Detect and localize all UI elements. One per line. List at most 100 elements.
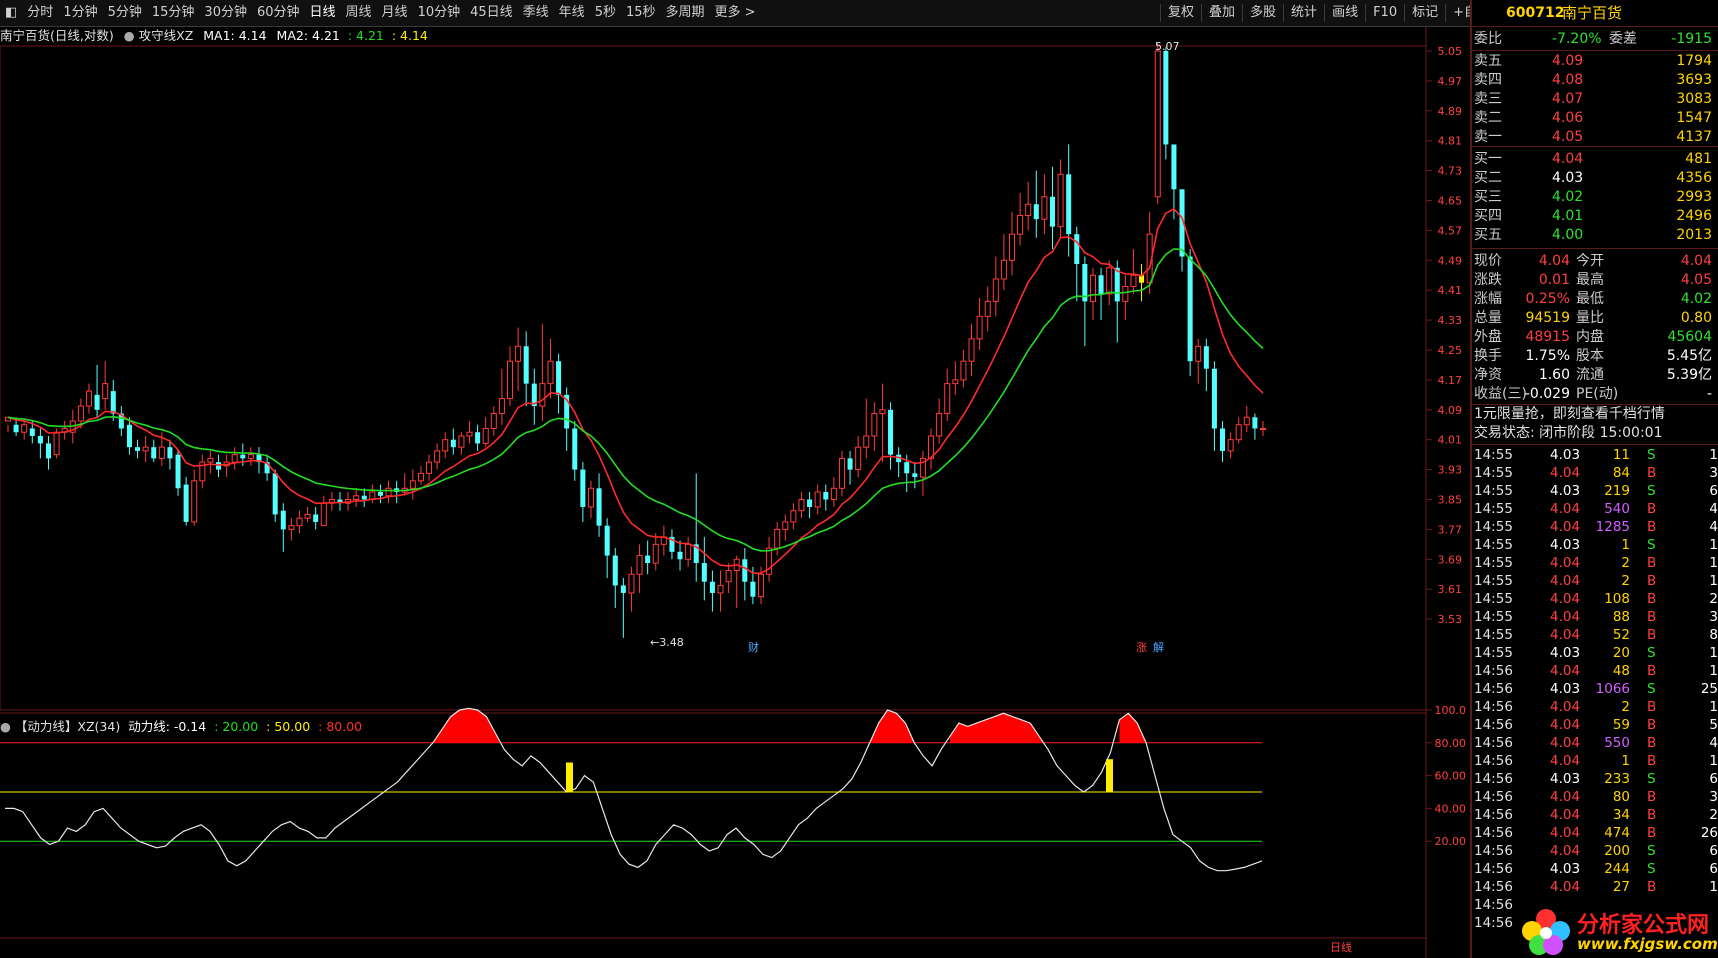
- ask-label: 卖五: [1474, 53, 1502, 69]
- tick-side: B: [1647, 627, 1657, 643]
- candle-body: [442, 439, 449, 452]
- stat-row: 净资 1.60 流通 5.39亿: [1472, 366, 1718, 385]
- ask-label: 卖四: [1474, 72, 1502, 88]
- chart-canvas[interactable]: 5.07 ←3.48 财 涨解 5.05 4.97 4.89 4.81 4.73 4.65 4.5…: [0, 0, 1470, 958]
- promo-text[interactable]: 1元限量抢，即刻查看千档行情: [1474, 405, 1665, 424]
- price-tick: 4.01: [1438, 434, 1463, 447]
- price-tick: 3.53: [1438, 613, 1463, 626]
- indicator-tick: 40.00: [1435, 802, 1467, 815]
- ask-price: 4.08: [1552, 72, 1584, 88]
- candle-body: [450, 439, 456, 448]
- ask-volume: 3693: [1676, 72, 1712, 88]
- moving-averages: 5.07 ←3.48 财 涨解: [7, 40, 1264, 654]
- bid-volume: 4356: [1676, 170, 1712, 186]
- tick-volume: 59: [1612, 717, 1630, 733]
- candle-body: [1000, 259, 1007, 280]
- tick-side: B: [1647, 663, 1657, 679]
- tick-side: S: [1647, 861, 1656, 877]
- candle-body: [677, 551, 683, 560]
- candle-body: [612, 555, 618, 586]
- candle-body: [77, 405, 84, 422]
- x-axis-label: 日线: [1330, 940, 1352, 954]
- tick-count: 1: [1709, 645, 1718, 661]
- tick-row: 14:56 4.04 27 B 1: [1472, 878, 1718, 896]
- tick-row: 14:55 4.04 84 B 3: [1472, 464, 1718, 482]
- flower-logo-icon: [1522, 909, 1570, 955]
- candle-body: [1066, 174, 1072, 235]
- tick-time: 14:56: [1474, 699, 1513, 715]
- candle-body: [871, 413, 878, 437]
- tick-row: 14:56 4.04 59 B 5: [1472, 716, 1718, 734]
- candle-body: [596, 488, 602, 526]
- ask-row: 卖三 4.07 3083: [1472, 90, 1718, 109]
- promo-row[interactable]: 1元限量抢，即刻查看千档行情: [1472, 405, 1718, 424]
- tick-side: S: [1647, 681, 1656, 697]
- stat-value: 48915: [1525, 329, 1570, 345]
- tick-time: 14:56: [1474, 753, 1513, 769]
- price-tick: 4.65: [1438, 195, 1463, 208]
- tick-time: 14:56: [1474, 825, 1513, 841]
- candle-body: [280, 510, 286, 530]
- price-tick: 4.49: [1438, 254, 1463, 267]
- price-tick: 4.97: [1438, 75, 1463, 88]
- candle-body: [952, 379, 959, 385]
- bid-price: 4.04: [1552, 151, 1584, 167]
- tick-count: 6: [1709, 771, 1718, 787]
- tick-price: 4.04: [1550, 627, 1581, 643]
- ask-row: 卖四 4.08 3693: [1472, 71, 1718, 90]
- candle-body: [976, 315, 983, 340]
- candle-body: [1098, 275, 1104, 294]
- candle-body: [798, 499, 805, 512]
- ask-volume: 4137: [1676, 129, 1712, 145]
- quote-panel: 600712 南宁百货 委比 -7.20% 委差 -1915 1元限量抢，即刻查…: [1470, 0, 1718, 958]
- tick-time: 14:56: [1474, 717, 1513, 733]
- stat-value: 5.39亿: [1666, 367, 1712, 383]
- candle-body: [539, 383, 546, 407]
- candle-body: [85, 390, 92, 407]
- candle-body: [984, 300, 991, 317]
- stat-label: 现价: [1474, 253, 1502, 269]
- ask-volume: 1547: [1676, 110, 1712, 126]
- candle-body: [304, 513, 311, 519]
- tick-price: 4.04: [1550, 501, 1581, 517]
- weibi-value: -7.20%: [1552, 31, 1602, 47]
- tick-side: B: [1647, 501, 1657, 517]
- candle-body: [1227, 439, 1234, 452]
- tick-price: 4.04: [1550, 753, 1581, 769]
- price-tick: 4.17: [1438, 374, 1463, 387]
- event-marker[interactable]: 涨: [1136, 641, 1147, 654]
- candle-body: [490, 413, 497, 429]
- tick-volume: 2: [1621, 555, 1630, 571]
- bid-price: 4.00: [1552, 227, 1584, 243]
- bid-row: 买一 4.04 481: [1472, 150, 1718, 169]
- overbought-fill: [432, 708, 500, 743]
- tick-price: 4.04: [1550, 573, 1581, 589]
- candle-body: [620, 585, 626, 593]
- candle-body: [353, 495, 360, 501]
- tick-count: 6: [1709, 861, 1718, 877]
- price-tick: 4.41: [1438, 284, 1463, 297]
- tick-time: 14:56: [1474, 771, 1513, 787]
- quote-header: 600712 南宁百货: [1472, 0, 1718, 27]
- event-marker[interactable]: 解: [1153, 640, 1164, 654]
- candle-body: [21, 424, 28, 433]
- price-tick: 3.77: [1438, 523, 1463, 536]
- ask-price: 4.07: [1552, 91, 1584, 107]
- tick-side: B: [1647, 465, 1657, 481]
- tick-time: 14:56: [1474, 807, 1513, 823]
- candle-body: [572, 428, 578, 470]
- event-marker[interactable]: 财: [748, 640, 759, 654]
- candle-body: [1041, 196, 1048, 220]
- candle-body: [944, 383, 951, 415]
- tick-count: 1: [1709, 447, 1718, 463]
- candle-body: [515, 345, 522, 362]
- tick-side: B: [1647, 735, 1657, 751]
- tick-count: 2: [1709, 591, 1718, 607]
- stat-value: 4.04: [1680, 253, 1712, 269]
- candle-body: [247, 454, 254, 459]
- tick-time: 14:56: [1474, 681, 1513, 697]
- tick-volume: 48: [1612, 663, 1630, 679]
- candle-body: [709, 581, 715, 593]
- stat-value: -: [1706, 386, 1712, 402]
- tick-time: 14:56: [1474, 789, 1513, 805]
